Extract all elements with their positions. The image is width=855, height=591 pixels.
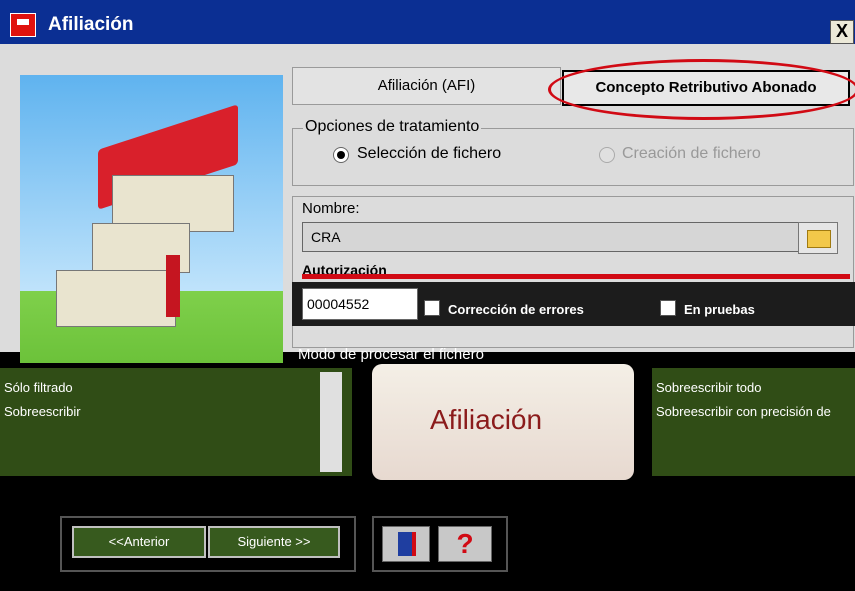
banner-label: Afiliación	[430, 404, 543, 435]
tab-afiliacion[interactable]: Afiliación (AFI)	[292, 67, 561, 105]
name-label: Nombre:	[302, 200, 360, 217]
right-list-item[interactable]: Sobreescribir con precisión de	[656, 404, 831, 419]
exit-button[interactable]	[382, 526, 430, 562]
processing-group-label: Modo de procesar el fichero	[298, 346, 484, 363]
help-button[interactable]: ?	[438, 526, 492, 562]
folder-icon	[807, 230, 831, 248]
right-list-item[interactable]: Sobreescribir todo	[656, 380, 762, 395]
radio-select-file-label: Selección de fichero	[357, 145, 502, 162]
highlight-ellipse	[548, 59, 855, 120]
house-base	[56, 270, 176, 327]
window-title: Afiliación	[48, 14, 134, 35]
radio-create-file[interactable]	[599, 147, 615, 163]
browse-button[interactable]	[798, 222, 838, 254]
name-input[interactable]: CRA	[302, 222, 800, 252]
treatment-group-label: Opciones de tratamiento	[303, 118, 482, 136]
check-test-label: En pruebas	[684, 302, 755, 317]
next-button[interactable]: Siguiente >>	[208, 526, 340, 558]
radio-select-file[interactable]	[333, 147, 349, 163]
app-icon	[10, 13, 36, 37]
previous-button[interactable]: <<Anterior	[72, 526, 206, 558]
afiliacion-banner: Afiliación	[372, 364, 634, 480]
house-door	[166, 255, 180, 317]
check-errors-label: Corrección de errores	[448, 302, 584, 317]
door-icon	[398, 532, 416, 556]
list-scrollbar[interactable]	[320, 372, 342, 472]
mode-list-item[interactable]: Sólo filtrado	[4, 380, 73, 395]
check-test-checkbox[interactable]	[660, 300, 676, 316]
radio-create-file-label: Creación de fichero	[622, 145, 761, 162]
title-bar: Afiliación X	[0, 0, 855, 44]
authorization-input[interactable]: 00004552	[302, 288, 418, 320]
mode-list-item[interactable]: Sobreescribir	[4, 404, 81, 419]
house-illustration	[20, 75, 283, 363]
check-errors-checkbox[interactable]	[424, 300, 440, 316]
authorization-separator	[302, 274, 850, 279]
close-button[interactable]: X	[830, 20, 854, 44]
